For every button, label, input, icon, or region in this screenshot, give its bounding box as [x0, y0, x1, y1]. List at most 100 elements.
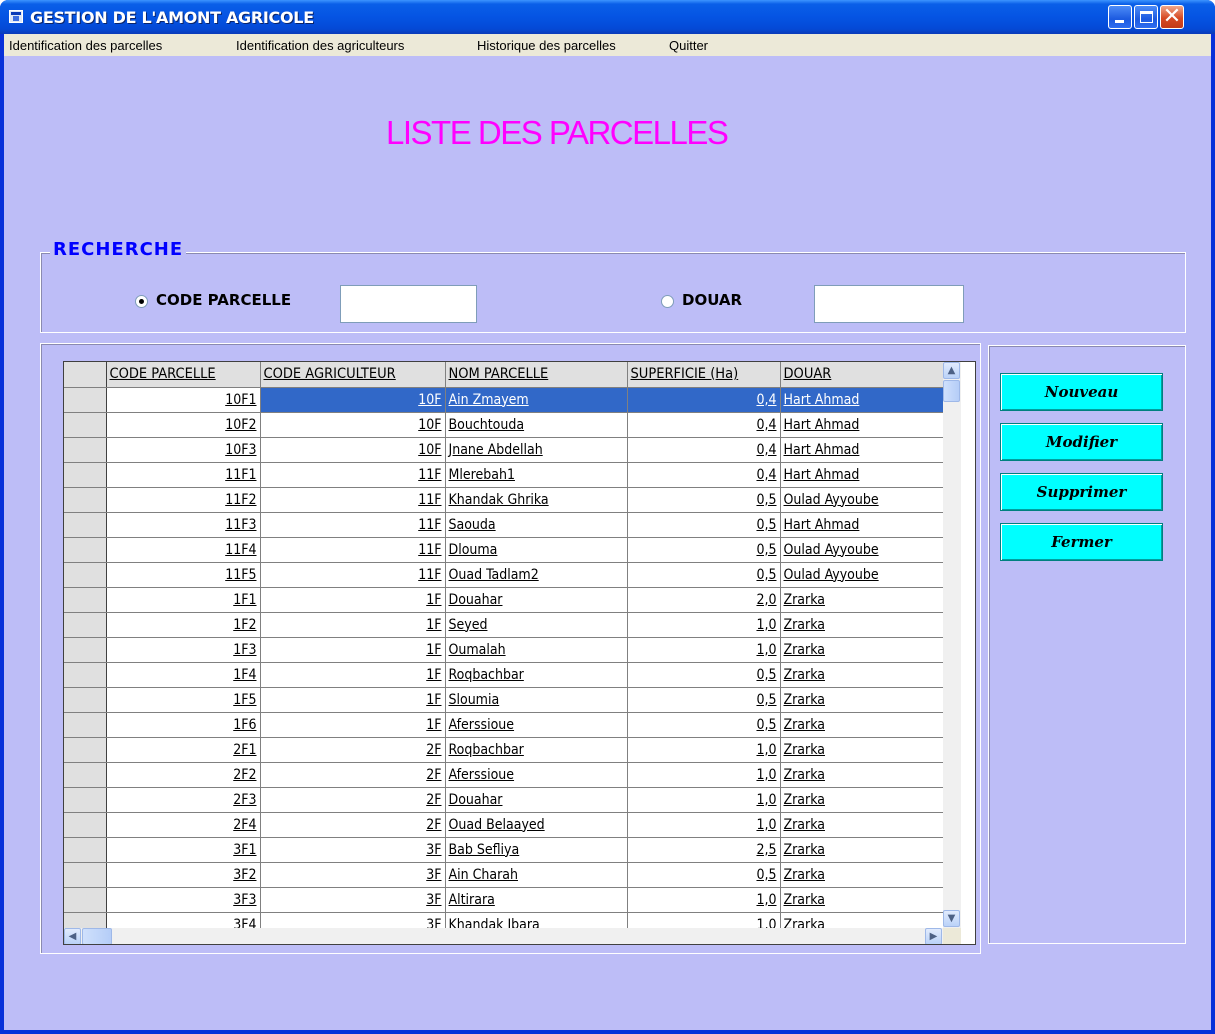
cell-code-parcelle[interactable]: 10F3: [106, 437, 261, 463]
row-selector[interactable]: [64, 512, 107, 538]
cell-code-parcelle[interactable]: 1F6: [106, 712, 261, 738]
cell-nom-parcelle[interactable]: Bab Sefliya: [445, 837, 628, 863]
row-selector[interactable]: [64, 537, 107, 563]
row-selector[interactable]: [64, 387, 107, 413]
cell-code-agriculteur[interactable]: 2F: [260, 787, 446, 813]
menu-quitter[interactable]: Quitter: [669, 38, 708, 53]
cell-code-agriculteur[interactable]: 3F: [260, 887, 446, 913]
row-selector[interactable]: [64, 812, 107, 838]
cell-code-agriculteur[interactable]: 1F: [260, 612, 446, 638]
row-selector[interactable]: [64, 887, 107, 913]
cell-code-parcelle[interactable]: 11F5: [106, 562, 261, 588]
cell-code-parcelle[interactable]: 1F3: [106, 637, 261, 663]
code-parcelle-input[interactable]: [340, 285, 477, 323]
table-row[interactable]: 1F4 1F Roqbachbar 0,5 Zrarka: [64, 662, 947, 688]
cell-superficie[interactable]: 0,4: [627, 462, 781, 488]
table-row[interactable]: 1F1 1F Douahar 2,0 Zrarka: [64, 587, 947, 613]
cell-code-agriculteur[interactable]: 1F: [260, 662, 446, 688]
scroll-right-icon[interactable]: ▶: [925, 928, 942, 944]
table-row[interactable]: 1F6 1F Aferssioue 0,5 Zrarka: [64, 712, 947, 738]
cell-nom-parcelle[interactable]: Saouda: [445, 512, 628, 538]
cell-superficie[interactable]: 1,0: [627, 637, 781, 663]
table-row[interactable]: 2F3 2F Douahar 1,0 Zrarka: [64, 787, 947, 813]
scroll-left-icon[interactable]: ◀: [64, 928, 81, 944]
cell-nom-parcelle[interactable]: Sloumia: [445, 687, 628, 713]
header-code-agriculteur[interactable]: CODE AGRICULTEUR: [260, 362, 446, 388]
cell-code-parcelle[interactable]: 10F1: [106, 387, 261, 413]
cell-nom-parcelle[interactable]: Ouad Tadlam2: [445, 562, 628, 588]
cell-superficie[interactable]: 1,0: [627, 887, 781, 913]
cell-code-agriculteur[interactable]: 11F: [260, 562, 446, 588]
table-row[interactable]: 11F4 11F Dlouma 0,5 Oulad Ayyoube: [64, 537, 947, 563]
cell-superficie[interactable]: 0,5: [627, 537, 781, 563]
header-superficie[interactable]: SUPERFICIE (Ha): [627, 362, 781, 388]
row-selector[interactable]: [64, 462, 107, 488]
cell-douar[interactable]: Zrarka: [780, 887, 947, 913]
close-button[interactable]: ✕: [1160, 5, 1184, 29]
table-row[interactable]: 3F1 3F Bab Sefliya 2,5 Zrarka: [64, 837, 947, 863]
cell-nom-parcelle[interactable]: Mlerebah1: [445, 462, 628, 488]
cell-douar[interactable]: Zrarka: [780, 812, 947, 838]
table-row[interactable]: 2F1 2F Roqbachbar 1,0 Zrarka: [64, 737, 947, 763]
scroll-up-icon[interactable]: ▲: [943, 362, 960, 379]
cell-superficie[interactable]: 1,0: [627, 787, 781, 813]
row-selector[interactable]: [64, 437, 107, 463]
menu-historique-parcelles[interactable]: Historique des parcelles: [477, 38, 616, 53]
cell-code-parcelle[interactable]: 2F3: [106, 787, 261, 813]
row-selector[interactable]: [64, 562, 107, 588]
cell-douar[interactable]: Zrarka: [780, 662, 947, 688]
cell-douar[interactable]: Zrarka: [780, 712, 947, 738]
row-selector[interactable]: [64, 787, 107, 813]
cell-douar[interactable]: Zrarka: [780, 762, 947, 788]
cell-superficie[interactable]: 1,0: [627, 762, 781, 788]
cell-superficie[interactable]: 0,5: [627, 662, 781, 688]
cell-code-parcelle[interactable]: 10F2: [106, 412, 261, 438]
cell-douar[interactable]: Zrarka: [780, 787, 947, 813]
cell-superficie[interactable]: 0,4: [627, 437, 781, 463]
cell-code-parcelle[interactable]: 1F5: [106, 687, 261, 713]
fermer-button[interactable]: Fermer: [1000, 523, 1163, 561]
row-selector[interactable]: [64, 837, 107, 863]
cell-code-agriculteur[interactable]: 3F: [260, 862, 446, 888]
table-row[interactable]: 11F5 11F Ouad Tadlam2 0,5 Oulad Ayyoube: [64, 562, 947, 588]
table-row[interactable]: 11F2 11F Khandak Ghrika 0,5 Oulad Ayyoube: [64, 487, 947, 513]
douar-label[interactable]: DOUAR: [682, 291, 742, 309]
table-row[interactable]: 11F3 11F Saouda 0,5 Hart Ahmad: [64, 512, 947, 538]
cell-superficie[interactable]: 0,4: [627, 412, 781, 438]
cell-superficie[interactable]: 2,0: [627, 587, 781, 613]
supprimer-button[interactable]: Supprimer: [1000, 473, 1163, 511]
cell-code-parcelle[interactable]: 3F2: [106, 862, 261, 888]
cell-douar[interactable]: Zrarka: [780, 862, 947, 888]
cell-code-agriculteur[interactable]: 3F: [260, 837, 446, 863]
row-selector[interactable]: [64, 662, 107, 688]
horizontal-scroll-thumb[interactable]: [82, 928, 112, 944]
row-selector[interactable]: [64, 712, 107, 738]
cell-douar[interactable]: Oulad Ayyoube: [780, 537, 947, 563]
cell-code-agriculteur[interactable]: 2F: [260, 812, 446, 838]
row-selector[interactable]: [64, 587, 107, 613]
row-selector[interactable]: [64, 637, 107, 663]
header-douar[interactable]: DOUAR: [780, 362, 947, 388]
row-selector[interactable]: [64, 862, 107, 888]
cell-nom-parcelle[interactable]: Roqbachbar: [445, 737, 628, 763]
cell-code-parcelle[interactable]: 3F1: [106, 837, 261, 863]
cell-douar[interactable]: Oulad Ayyoube: [780, 562, 947, 588]
cell-douar[interactable]: Zrarka: [780, 612, 947, 638]
cell-code-agriculteur[interactable]: 11F: [260, 487, 446, 513]
cell-superficie[interactable]: 0,5: [627, 687, 781, 713]
cell-code-agriculteur[interactable]: 10F: [260, 437, 446, 463]
cell-douar[interactable]: Hart Ahmad: [780, 512, 947, 538]
table-row[interactable]: 10F1 10F Ain Zmayem 0,4 Hart Ahmad: [64, 387, 947, 413]
cell-nom-parcelle[interactable]: Jnane Abdellah: [445, 437, 628, 463]
cell-superficie[interactable]: 0,5: [627, 562, 781, 588]
table-row[interactable]: 2F4 2F Ouad Belaayed 1,0 Zrarka: [64, 812, 947, 838]
douar-radio[interactable]: [661, 295, 674, 308]
row-selector-header[interactable]: [64, 362, 107, 388]
cell-nom-parcelle[interactable]: Douahar: [445, 787, 628, 813]
cell-douar[interactable]: Hart Ahmad: [780, 387, 947, 413]
cell-code-agriculteur[interactable]: 11F: [260, 462, 446, 488]
cell-douar[interactable]: Zrarka: [780, 637, 947, 663]
cell-code-parcelle[interactable]: 11F4: [106, 537, 261, 563]
cell-nom-parcelle[interactable]: Oumalah: [445, 637, 628, 663]
table-row[interactable]: 1F2 1F Seyed 1,0 Zrarka: [64, 612, 947, 638]
